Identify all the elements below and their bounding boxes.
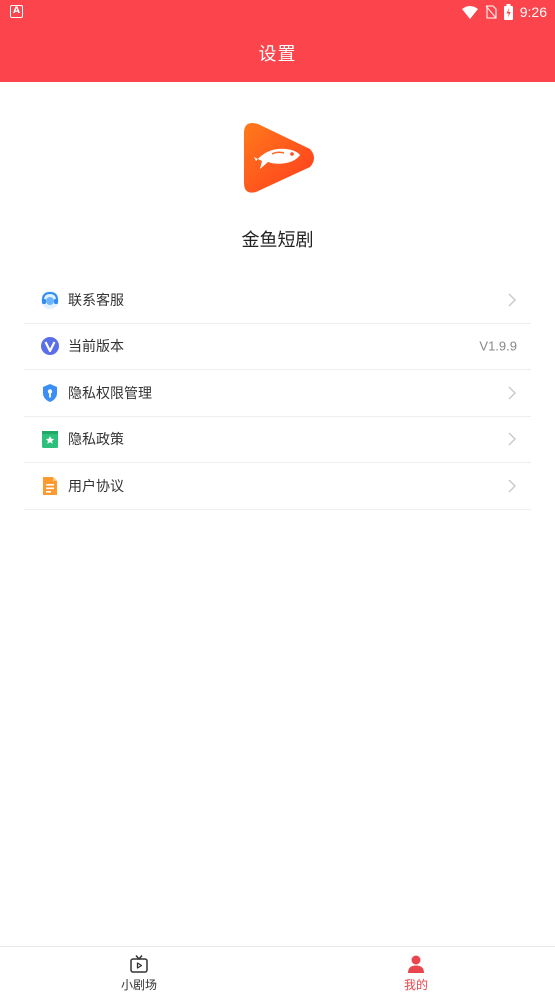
profile-icon bbox=[408, 955, 424, 973]
status-bar: A 9:26 bbox=[0, 0, 555, 24]
menu-item-version[interactable]: 当前版本 V1.9.9 bbox=[24, 324, 531, 370]
settings-menu: 联系客服 当前版本 V1.9.9 隐私权限管理 隐私政策 用户协议 bbox=[24, 277, 531, 510]
app-name: 金鱼短剧 bbox=[241, 230, 314, 251]
customer-service-icon bbox=[40, 290, 60, 310]
version-icon bbox=[40, 336, 60, 356]
status-icons: 9:26 bbox=[461, 3, 547, 21]
app-logo bbox=[238, 117, 320, 199]
tab-label: 小剧场 bbox=[120, 978, 157, 992]
menu-item-label: 隐私政策 bbox=[68, 432, 124, 449]
chevron-right-icon bbox=[508, 479, 516, 493]
bottom-tab-bar: 小剧场 我的 bbox=[0, 946, 555, 993]
menu-item-user-agreement[interactable]: 用户协议 bbox=[24, 463, 531, 510]
chevron-right-icon bbox=[508, 293, 516, 307]
theater-tv-icon bbox=[130, 955, 148, 973]
status-time: 9:26 bbox=[519, 4, 547, 20]
menu-item-customer-service[interactable]: 联系客服 bbox=[24, 277, 531, 324]
menu-item-privacy-policy[interactable]: 隐私政策 bbox=[24, 417, 531, 463]
tab-profile[interactable]: 我的 bbox=[356, 947, 476, 993]
notification-icon: A bbox=[10, 5, 23, 18]
version-value: V1.9.9 bbox=[479, 338, 517, 354]
menu-item-label: 当前版本 bbox=[68, 339, 124, 356]
wifi-icon bbox=[461, 5, 478, 19]
battery-icon bbox=[503, 4, 513, 20]
goldfish-logo-icon bbox=[244, 123, 314, 193]
menu-item-privacy-permissions[interactable]: 隐私权限管理 bbox=[24, 370, 531, 417]
page-title: 设置 bbox=[258, 44, 297, 65]
menu-item-label: 用户协议 bbox=[68, 478, 124, 495]
tab-label: 我的 bbox=[403, 978, 428, 992]
top-bar: A 9:26 设置 bbox=[0, 0, 555, 82]
user-agreement-icon bbox=[40, 476, 60, 496]
privacy-shield-icon bbox=[40, 383, 60, 403]
menu-item-label: 联系客服 bbox=[68, 292, 124, 309]
tab-theater[interactable]: 小剧场 bbox=[79, 947, 199, 993]
menu-item-label: 隐私权限管理 bbox=[68, 385, 152, 402]
chevron-right-icon bbox=[508, 386, 516, 400]
chevron-right-icon bbox=[508, 432, 516, 446]
privacy-policy-icon bbox=[40, 429, 60, 449]
no-sim-icon bbox=[485, 5, 497, 19]
